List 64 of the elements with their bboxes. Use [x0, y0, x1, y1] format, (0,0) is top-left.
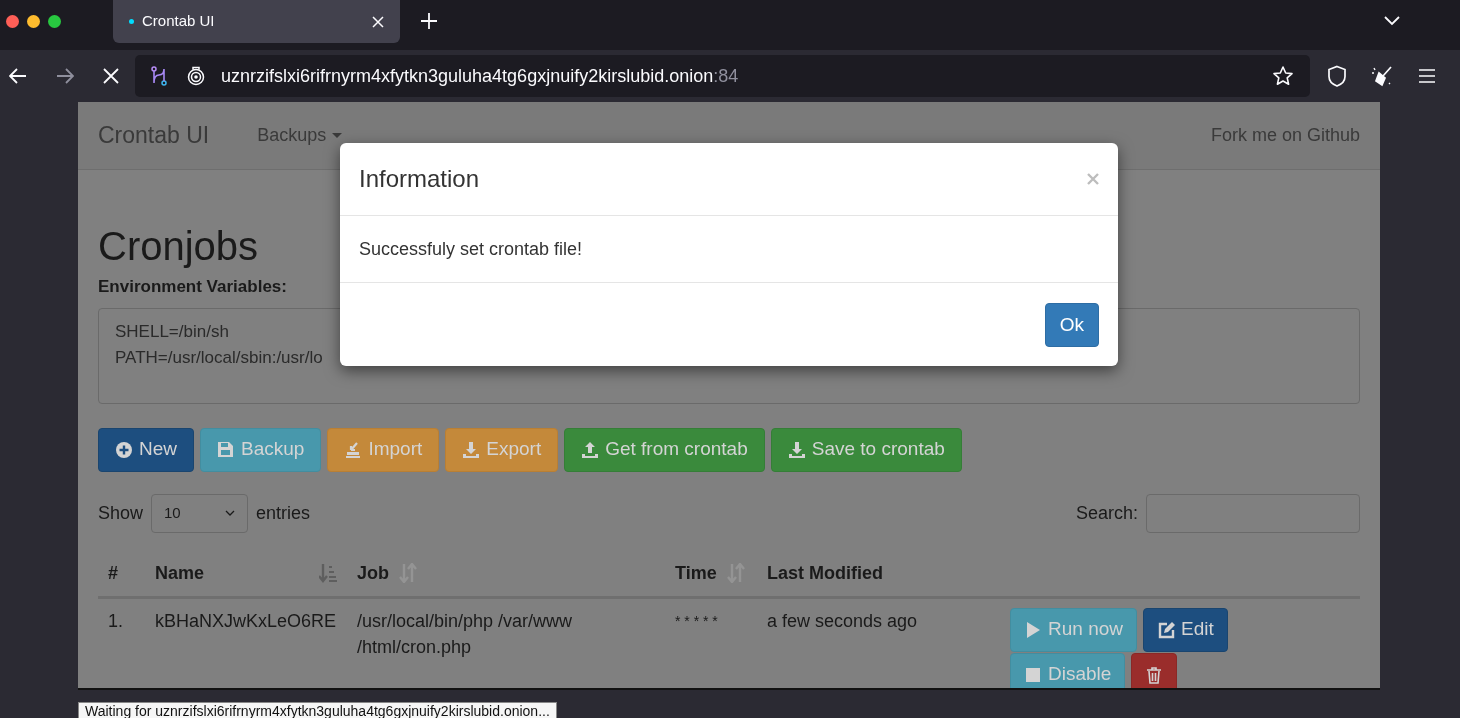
floppy-icon	[217, 440, 235, 459]
table-cell-text: /usr/local/bin/php /var/www /html/cron.php	[356, 609, 574, 659]
status-text: Waiting for uznrzifslxi6rifrnyrm4xfytkn3guluha4tg6gxjnuify2kirslubid.onion...	[78, 702, 557, 718]
tab-title: Crontab UI	[142, 11, 216, 32]
toolbar-button[interactable]: Get from crontab	[564, 427, 765, 472]
play-icon	[1024, 620, 1042, 639]
address-bar[interactable]: uznrzifslxi6rifrnyrm4xfytkn3guluha4tg6gxjnuify2kirslubid.onion:84	[135, 55, 1310, 97]
broom-icon[interactable]	[1371, 65, 1393, 87]
edit-icon	[1157, 620, 1175, 639]
table-cell-text: * * * * *	[674, 611, 719, 631]
table-cell-text: a few seconds ago	[766, 609, 919, 633]
toolbar-button[interactable]: Export	[445, 427, 559, 472]
stop-icon	[1024, 665, 1042, 684]
back-icon[interactable]	[9, 68, 27, 84]
delete-button[interactable]	[1131, 652, 1178, 688]
search-label: Search:	[1075, 501, 1138, 525]
trash-icon	[1145, 665, 1164, 684]
import-icon	[344, 440, 363, 459]
modal-title: Information	[359, 164, 481, 194]
page-size-select[interactable]: 10	[151, 493, 249, 533]
download-icon	[787, 440, 806, 459]
stop-loading-icon[interactable]	[103, 68, 119, 84]
row-action-button[interactable]: Run now	[1010, 607, 1137, 652]
toolbar-button[interactable]: Backup	[200, 427, 322, 472]
new-tab-icon[interactable]	[420, 12, 438, 30]
forward-icon[interactable]	[56, 68, 74, 84]
upload-icon	[581, 440, 600, 459]
toolbar-button[interactable]: Import	[327, 427, 440, 472]
column-header[interactable]: Job	[357, 559, 389, 587]
length-label: entries	[256, 501, 311, 525]
page-heading: Cronjobs	[98, 224, 259, 268]
brand-link[interactable]: Crontab UI	[98, 118, 210, 153]
length-label: Show	[98, 501, 144, 525]
env-line: PATH=/usr/local/sbin:/usr/lo	[115, 347, 323, 367]
window-control-icon[interactable]	[48, 14, 61, 28]
env-line: SHELL=/bin/sh	[115, 321, 229, 341]
window-control-icon[interactable]	[6, 14, 19, 28]
toolbar-button[interactable]: Save to crontab	[770, 427, 962, 472]
row-action-button[interactable]: Edit	[1143, 607, 1228, 652]
row-action-button[interactable]: Disable	[1010, 652, 1126, 688]
window-control-icon[interactable]	[27, 14, 40, 28]
plus-circle-icon	[115, 440, 133, 459]
chevron-down-icon[interactable]	[1384, 16, 1400, 26]
url-text: uznrzifslxi6rifrnyrm4xfytkn3guluha4tg6gxjnuify2kirslubid.onion:84	[221, 64, 739, 88]
column-header[interactable]: Name	[155, 559, 205, 587]
github-link[interactable]: Fork me on Github	[1210, 122, 1360, 149]
shield-icon[interactable]	[1327, 65, 1347, 87]
field-label: Environment Variables:	[98, 277, 287, 296]
table-cell-text: kBHaNXJwKxLeO6RE	[154, 609, 338, 633]
star-icon[interactable]	[1272, 65, 1294, 87]
download-icon	[462, 440, 481, 459]
column-header[interactable]: Time	[675, 559, 717, 587]
column-header: #	[108, 561, 118, 585]
modal-message: Successfuly set crontab file!	[359, 237, 583, 261]
table-cell-text: 1.	[107, 609, 124, 633]
browser-tab[interactable]: Crontab UI	[113, 0, 400, 43]
column-header: Last Modified	[767, 561, 883, 585]
ok-button[interactable]: Ok	[1044, 303, 1099, 347]
onion-icon[interactable]	[187, 66, 205, 86]
chevron-down-icon	[225, 510, 236, 516]
menu-icon[interactable]	[1419, 69, 1435, 83]
nav-menu-link[interactable]: Backups	[257, 122, 343, 149]
toolbar-button[interactable]: New	[98, 427, 194, 472]
circuit-icon[interactable]	[151, 66, 167, 86]
